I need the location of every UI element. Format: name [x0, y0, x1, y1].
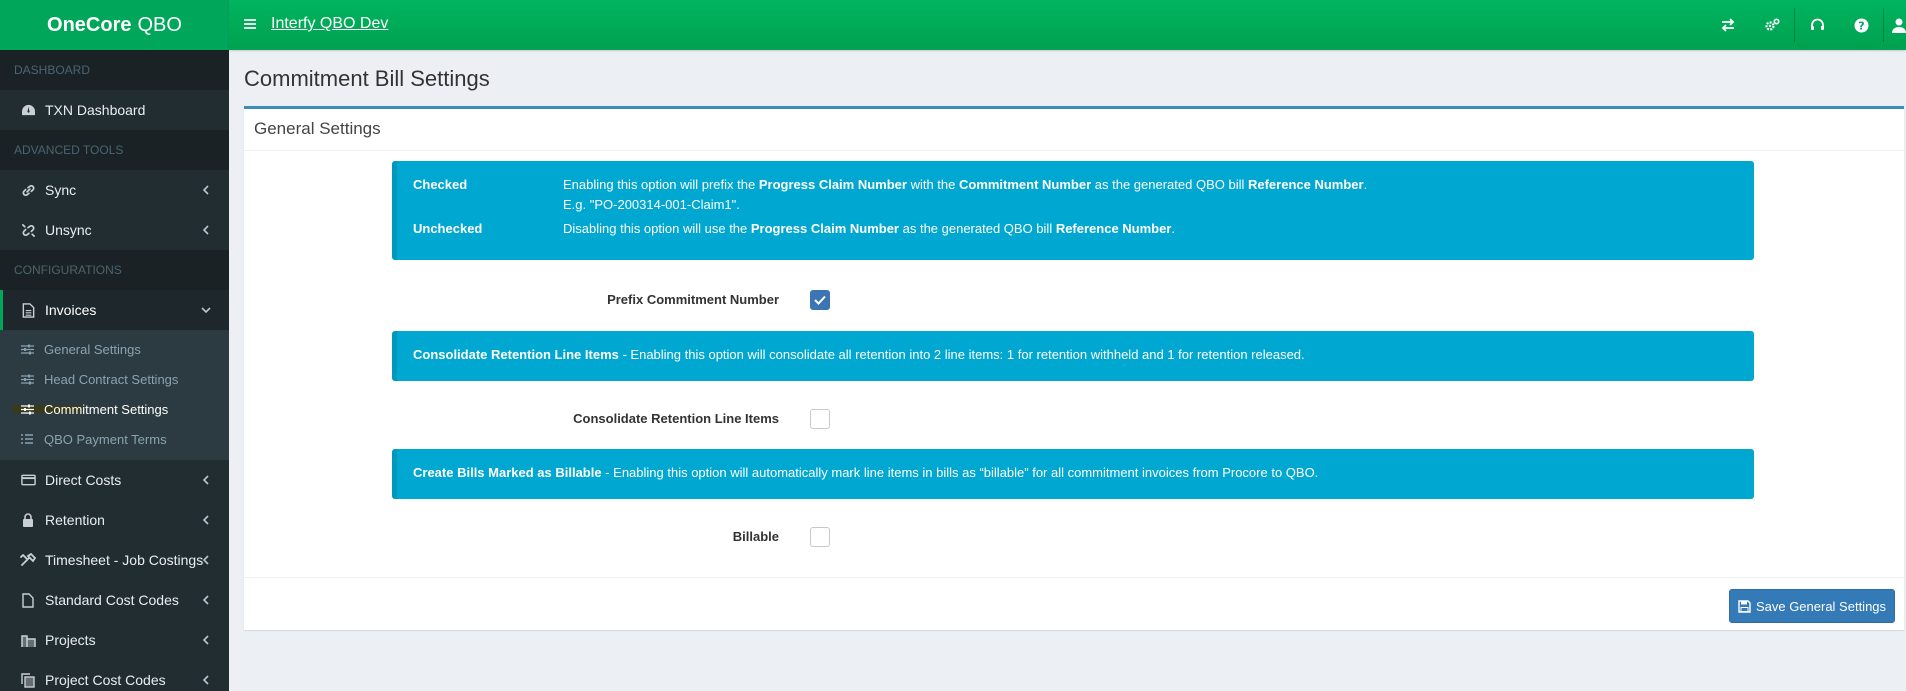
billable-info-text: - Enabling this option will automaticall… — [601, 465, 1319, 480]
chevron-left-icon — [199, 593, 213, 607]
sidebar-item-project-cost-codes[interactable]: Project Cost Codes — [0, 660, 229, 691]
chevron-left-icon — [199, 553, 213, 567]
save-button-label: Save General Settings — [1755, 598, 1887, 614]
chevron-left-icon — [199, 223, 213, 237]
prefix-commitment-checkbox[interactable] — [810, 290, 830, 310]
sidebar-item-label: Projects — [45, 632, 96, 648]
sidebar-item-txn-dashboard[interactable]: TXN Dashboard — [0, 90, 229, 130]
sidebar-item-label: Project Cost Codes — [45, 672, 166, 688]
sidebar-item-label: Unsync — [45, 222, 92, 238]
lock-icon — [19, 511, 37, 529]
tools-icon — [19, 551, 37, 569]
submenu-item-head-contract-settings[interactable]: Head Contract Settings — [0, 364, 229, 394]
chevron-left-icon — [199, 673, 213, 687]
sidebar-header-configurations: CONFIGURATIONS — [0, 250, 229, 290]
sidebar-item-standard-cost-codes[interactable]: Standard Cost Codes — [0, 580, 229, 620]
unchecked-label: Unchecked — [413, 221, 483, 236]
submenu-item-qbo-payment-terms[interactable]: QBO Payment Terms — [0, 424, 229, 454]
billable-row: Billable — [244, 526, 1904, 550]
billable-info-title: Create Bills Marked as Billable — [413, 465, 602, 480]
billable-info-callout: Create Bills Marked as Billable - Enabli… — [392, 449, 1754, 499]
invoices-submenu: General Settings Head Contract Settings … — [0, 330, 229, 460]
chevron-down-icon — [199, 303, 213, 317]
sidebar-item-label: Sync — [45, 182, 77, 198]
submenu-item-label: General Settings — [44, 341, 141, 357]
copy-icon — [19, 671, 37, 689]
submenu-item-label: QBO Payment Terms — [44, 431, 167, 447]
navbar-icons: ? — [1706, 0, 1906, 50]
file-icon — [19, 591, 37, 609]
page-title: Commitment Bill Settings — [244, 66, 490, 91]
list-icon — [20, 432, 34, 446]
svg-text:?: ? — [1858, 19, 1864, 32]
building-icon — [19, 631, 37, 649]
company-link[interactable]: Interfy QBO Dev — [271, 15, 388, 33]
checked-description: Enabling this option will prefix the Pro… — [563, 177, 1368, 192]
link-icon — [19, 181, 37, 199]
checked-label: Checked — [413, 177, 468, 192]
consolidate-info-title: Consolidate Retention Line Items — [413, 347, 619, 362]
sidebar-item-invoices[interactable]: Invoices — [0, 290, 229, 330]
sidebar-item-retention[interactable]: Retention — [0, 500, 229, 540]
sidebar-item-sync[interactable]: Sync — [0, 170, 229, 210]
document-icon — [19, 301, 37, 319]
help-icon[interactable]: ? — [1839, 0, 1883, 50]
submenu-item-general-settings[interactable]: General Settings — [0, 334, 229, 364]
user-icon[interactable] — [1884, 0, 1906, 50]
floppy-disk-icon — [1738, 599, 1751, 613]
prefix-commitment-label: Prefix Commitment Number — [607, 292, 779, 307]
chevron-left-icon — [199, 633, 213, 647]
prefix-info-callout: Checked Enabling this option will prefix… — [392, 161, 1754, 260]
sliders-icon — [20, 372, 34, 386]
submenu-item-label: Head Contract Settings — [44, 371, 179, 387]
chevron-left-icon — [199, 473, 213, 487]
app-logo[interactable]: OneCore QBO — [0, 0, 229, 50]
brand-name-rest: QBO — [137, 13, 182, 36]
submenu-item-commitment-settings[interactable]: Commitment Settings — [0, 394, 229, 424]
sidebar-item-label: Invoices — [45, 302, 97, 318]
sliders-icon — [20, 402, 34, 416]
checked-example: E.g. "PO-200314-001-Claim1". — [563, 197, 740, 212]
sidebar-item-unsync[interactable]: Unsync — [0, 210, 229, 250]
dashboard-icon — [19, 101, 37, 119]
save-general-settings-button[interactable]: Save General Settings — [1729, 589, 1895, 623]
unlink-icon — [19, 221, 37, 239]
prefix-commitment-row: Prefix Commitment Number — [244, 289, 1904, 313]
gears-icon[interactable] — [1750, 0, 1794, 50]
sliders-icon — [20, 342, 34, 356]
box-footer: Save General Settings — [244, 577, 1904, 630]
submenu-item-label: Commitment Settings — [44, 401, 169, 417]
chevron-left-icon — [199, 513, 213, 527]
sidebar-header-dashboard: DASHBOARD — [0, 50, 229, 90]
sidebar-header-advanced: ADVANCED TOOLS — [0, 130, 229, 170]
consolidate-info-callout: Consolidate Retention Line Items - Enabl… — [392, 331, 1754, 381]
sidebar: OneCore QBO DASHBOARD TXN Dashboard ADVA… — [0, 0, 229, 691]
sidebar-item-label: TXN Dashboard — [45, 102, 146, 118]
checkmark-icon — [814, 295, 826, 305]
sidebar-item-label: Timesheet - Job Costings — [45, 552, 204, 568]
top-navbar: Interfy QBO Dev ? — [229, 0, 1906, 50]
exchange-icon[interactable] — [1706, 0, 1750, 50]
sidebar-item-label: Direct Costs — [45, 472, 122, 488]
credit-card-icon — [19, 471, 37, 489]
chevron-left-icon — [199, 183, 213, 197]
consolidate-retention-checkbox[interactable] — [810, 409, 830, 429]
billable-label: Billable — [732, 529, 779, 544]
brand-name-bold: OneCore — [47, 13, 132, 36]
hamburger-menu-icon[interactable] — [243, 17, 257, 31]
consolidate-info-text: - Enabling this option will consolidate … — [618, 347, 1305, 362]
billable-checkbox[interactable] — [810, 527, 830, 547]
headset-icon[interactable] — [1795, 0, 1839, 50]
general-settings-box: General Settings Checked Enabling this o… — [244, 106, 1904, 630]
unchecked-description: Disabling this option will use the Progr… — [563, 221, 1176, 236]
box-title: General Settings — [244, 109, 1904, 151]
sidebar-item-label: Standard Cost Codes — [45, 592, 179, 608]
sidebar-item-label: Retention — [45, 512, 105, 528]
sidebar-item-projects[interactable]: Projects — [0, 620, 229, 660]
consolidate-retention-label: Consolidate Retention Line Items — [573, 411, 779, 426]
sidebar-item-timesheet[interactable]: Timesheet - Job Costings — [0, 540, 229, 580]
consolidate-retention-row: Consolidate Retention Line Items — [244, 408, 1904, 432]
sidebar-item-direct-costs[interactable]: Direct Costs — [0, 460, 229, 500]
